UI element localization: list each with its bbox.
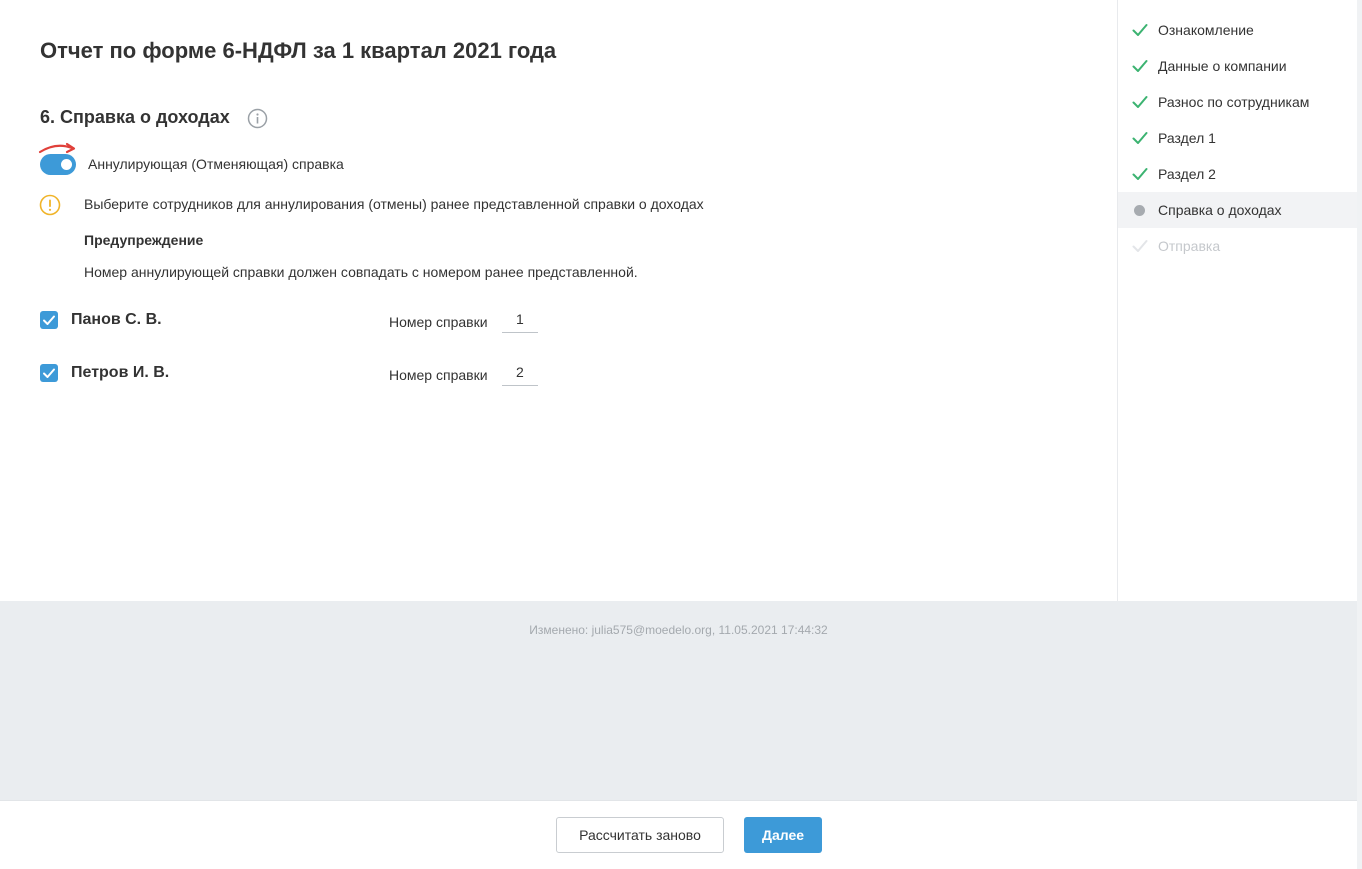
checkmark-icon <box>1132 240 1148 252</box>
employee-checkbox[interactable] <box>40 364 58 382</box>
employee-checkbox[interactable] <box>40 311 58 329</box>
checkmark-icon <box>1132 96 1148 108</box>
main-content: Отчет по форме 6-НДФЛ за 1 квартал 2021 … <box>0 0 1117 601</box>
step-item-employees[interactable]: Разнос по сотрудникам <box>1118 84 1357 120</box>
step-label: Отправка <box>1158 238 1221 254</box>
checkmark-icon <box>1132 132 1148 144</box>
current-step-dot-icon <box>1134 205 1145 216</box>
step-label: Ознакомление <box>1158 22 1254 38</box>
toggle-knob <box>61 159 72 170</box>
employee-name: Панов С. В. <box>71 311 162 328</box>
last-modified-text: Изменено: julia575@moedelo.org, 11.05.20… <box>529 623 828 637</box>
info-icon[interactable] <box>247 108 268 129</box>
step-item-income-certificate[interactable]: Справка о доходах <box>1118 192 1357 228</box>
check-icon <box>43 368 55 378</box>
step-item-section-2[interactable]: Раздел 2 <box>1118 156 1357 192</box>
step-label: Разнос по сотрудникам <box>1158 94 1310 110</box>
notice-heading: Предупреждение <box>84 232 204 248</box>
step-label: Раздел 2 <box>1158 166 1216 182</box>
check-icon <box>43 315 55 325</box>
warning-icon <box>39 194 61 216</box>
certificate-number-input[interactable] <box>502 305 538 333</box>
certificate-number-input[interactable] <box>502 358 538 386</box>
step-label: Раздел 1 <box>1158 130 1216 146</box>
step-item-section-1[interactable]: Раздел 1 <box>1118 120 1357 156</box>
recalculate-button[interactable]: Рассчитать заново <box>556 817 724 853</box>
checkmark-icon <box>1132 60 1148 72</box>
scrollbar-track[interactable] <box>1357 0 1362 869</box>
checkmark-icon <box>1132 168 1148 180</box>
employee-row: Петров И. В. Номер справки <box>0 358 700 404</box>
page-title: Отчет по форме 6-НДФЛ за 1 квартал 2021 … <box>40 38 557 63</box>
step-item-intro[interactable]: Ознакомление <box>1118 12 1357 48</box>
step-label: Данные о компании <box>1158 58 1287 74</box>
checkmark-icon <box>1132 24 1148 36</box>
step-label: Справка о доходах <box>1158 202 1282 218</box>
step-item-send: Отправка <box>1118 228 1357 264</box>
step-item-company[interactable]: Данные о компании <box>1118 48 1357 84</box>
action-bar: Рассчитать заново Далее <box>0 800 1357 869</box>
notice-body: Номер аннулирующей справки должен совпад… <box>84 264 638 280</box>
section-title: 6. Справка о доходах <box>40 107 230 127</box>
notice-text: Выберите сотрудников для аннулирования (… <box>84 196 704 212</box>
footer-area: Изменено: julia575@moedelo.org, 11.05.20… <box>0 601 1357 800</box>
certificate-number-label: Номер справки <box>389 314 488 330</box>
next-button[interactable]: Далее <box>744 817 822 853</box>
employee-name: Петров И. В. <box>71 364 170 381</box>
employee-row: Панов С. В. Номер справки <box>0 305 700 351</box>
annul-toggle[interactable] <box>40 154 76 175</box>
certificate-number-label: Номер справки <box>389 367 488 383</box>
annul-toggle-label: Аннулирующая (Отменяющая) справка <box>88 156 344 172</box>
